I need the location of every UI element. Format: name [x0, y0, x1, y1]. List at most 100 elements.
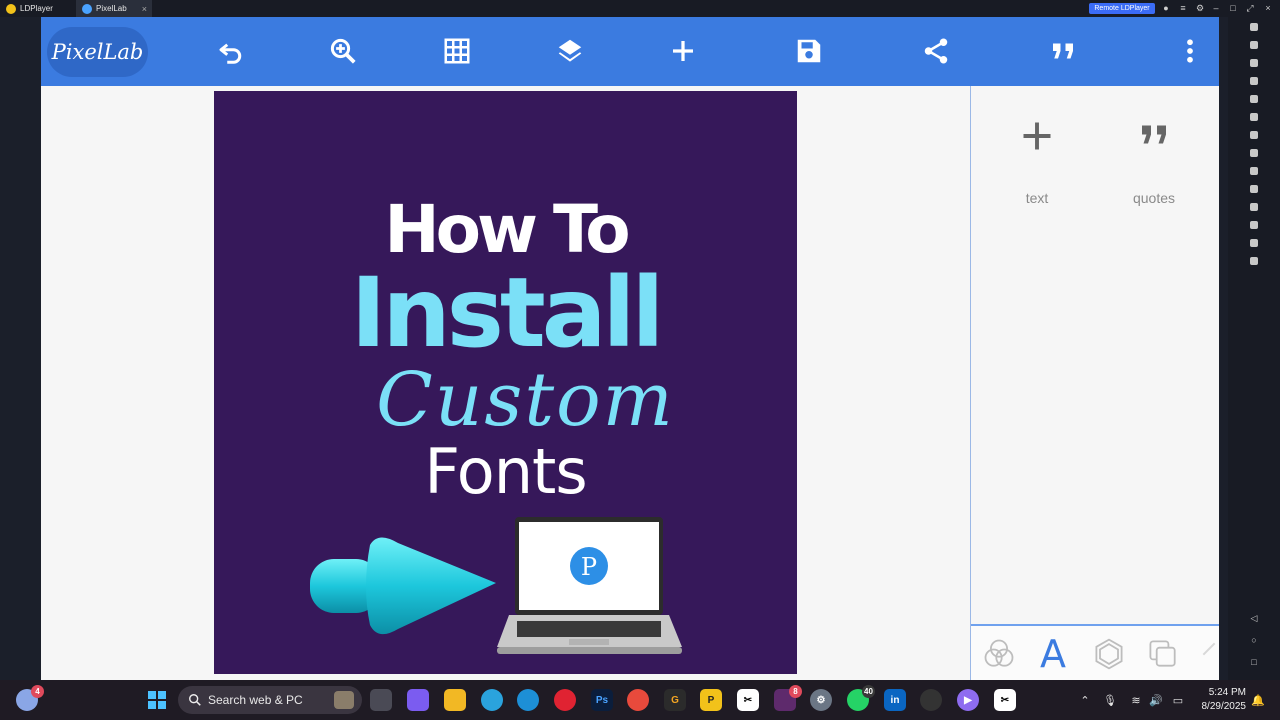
start-button[interactable]: [146, 689, 168, 711]
weather-icon[interactable]: 4: [16, 685, 44, 711]
emulator-left-margin: [0, 17, 41, 680]
add-text-item[interactable]: text: [992, 116, 1082, 216]
edge-icon[interactable]: [517, 689, 539, 711]
add-quotes-label: quotes: [1132, 190, 1176, 206]
wifi-icon[interactable]: ≋: [1128, 692, 1144, 708]
tab-shapes[interactable]: [1089, 634, 1129, 674]
back-icon[interactable]: ◁: [1249, 613, 1259, 623]
folder-icon[interactable]: [1250, 221, 1258, 229]
grammarly-icon[interactable]: G: [664, 689, 686, 711]
minimize-icon[interactable]: –: [1210, 2, 1222, 14]
maximize-icon[interactable]: □: [1227, 2, 1239, 14]
quote-icon: [1142, 125, 1166, 144]
add-button[interactable]: [663, 31, 703, 71]
taskbar-clock[interactable]: 5:24 PM 8/29/2025: [1194, 686, 1247, 714]
windows-taskbar: 4 Search web & PC Ps G P ✂ 8 ⚙ 40 in ▶ ✂…: [0, 680, 1280, 720]
recents-icon[interactable]: □: [1249, 657, 1259, 667]
apk-icon[interactable]: [1250, 203, 1258, 211]
grid-button[interactable]: [437, 31, 477, 71]
microphone-icon[interactable]: 🎙: [1102, 692, 1118, 708]
slack-icon[interactable]: 8: [774, 685, 802, 711]
tab-layers[interactable]: [1143, 634, 1183, 674]
more-options-button[interactable]: [1170, 31, 1210, 71]
fullscreen-icon[interactable]: ⤢: [1244, 2, 1256, 14]
more-tools-icon[interactable]: [1250, 257, 1258, 265]
capcut-2-icon[interactable]: ✂: [994, 689, 1016, 711]
close-tab-icon[interactable]: ×: [142, 4, 147, 14]
emulator-title-bar: LDPlayer PixelLab × Remote LDPlayer ● ≡ …: [0, 0, 1280, 17]
tab-blend[interactable]: [979, 634, 1019, 674]
location-icon[interactable]: [1250, 239, 1258, 247]
quote-icon: [1053, 43, 1073, 59]
obs-icon[interactable]: [920, 689, 942, 711]
arrow-3d-image[interactable]: [308, 531, 500, 643]
close-window-icon[interactable]: ×: [1262, 2, 1274, 14]
search-placeholder: Search web & PC: [208, 693, 303, 707]
canvas-text-fonts[interactable]: Fonts: [214, 435, 797, 508]
telegram-icon[interactable]: [481, 689, 503, 711]
media-player-icon[interactable]: ▶: [957, 689, 979, 711]
layers-button[interactable]: [550, 31, 590, 71]
design-canvas[interactable]: How To Install Custom Fonts P: [214, 91, 797, 674]
rotate-icon[interactable]: [1250, 149, 1258, 157]
laptop-logo-text: P: [581, 553, 597, 581]
canvas-text-custom[interactable]: Custom: [234, 357, 797, 443]
undo-button[interactable]: [211, 31, 251, 71]
ldplayer-taskbar-icon[interactable]: P: [700, 689, 722, 711]
add-quotes-item[interactable]: quotes: [1109, 116, 1199, 216]
clock-time: 5:24 PM: [1208, 687, 1246, 698]
search-highlight-icon: [334, 691, 354, 709]
notifications-icon[interactable]: 🔔: [1250, 692, 1266, 708]
right-panel: text quotes A: [970, 86, 1219, 680]
file-explorer-icon[interactable]: [444, 689, 466, 711]
quotes-button[interactable]: [1043, 31, 1083, 71]
panel-bottom-tabs: A: [971, 624, 1219, 680]
save-button[interactable]: [789, 31, 829, 71]
account-icon[interactable]: ●: [1160, 2, 1172, 14]
tab-ldplayer[interactable]: LDPlayer: [0, 0, 76, 17]
zoom-button[interactable]: [323, 31, 363, 71]
text-tab-icon: A: [1040, 632, 1066, 676]
share-button[interactable]: [916, 31, 956, 71]
tab-pixellab[interactable]: PixelLab ×: [76, 0, 152, 17]
capcut-icon[interactable]: ✂: [737, 689, 759, 711]
shake-icon[interactable]: [1250, 167, 1258, 175]
zoom-in-icon: [330, 38, 356, 64]
sync-icon[interactable]: [1250, 113, 1258, 121]
task-view-icon[interactable]: [370, 689, 392, 711]
meet-icon[interactable]: [407, 689, 429, 711]
gamepad-icon[interactable]: [1250, 41, 1258, 49]
settings-app-icon[interactable]: ⚙: [810, 689, 832, 711]
home-icon[interactable]: ○: [1249, 635, 1259, 645]
settings-icon[interactable]: ⚙: [1194, 2, 1206, 14]
share-icon: [924, 38, 948, 64]
battery-icon[interactable]: ▭: [1170, 692, 1186, 708]
scroll-hint: [1202, 642, 1216, 656]
weather-badge: 4: [31, 685, 44, 698]
photoshop-icon[interactable]: Ps: [591, 689, 613, 711]
save-icon: [797, 39, 821, 63]
volume-icon[interactable]: 🔊: [1148, 692, 1164, 708]
pinterest-icon[interactable]: [554, 689, 576, 711]
search-icon: [189, 694, 201, 706]
layers-icon: [558, 39, 582, 62]
show-hidden-icons[interactable]: ⌃: [1077, 692, 1093, 708]
chrome-icon[interactable]: [627, 689, 649, 711]
screenshot-icon[interactable]: [1250, 95, 1258, 103]
tab-text[interactable]: A: [1033, 632, 1073, 676]
linkedin-icon[interactable]: in: [884, 689, 906, 711]
app-logo[interactable]: PixelLab: [47, 27, 148, 77]
volume-down-icon[interactable]: [1250, 77, 1258, 85]
menu-icon[interactable]: ≡: [1177, 2, 1189, 14]
undo-icon: [219, 43, 242, 64]
keyboard-icon[interactable]: [1250, 23, 1258, 31]
robot-icon[interactable]: [1250, 131, 1258, 139]
grid-icon: [444, 38, 470, 64]
volume-up-icon[interactable]: [1250, 59, 1258, 67]
taskbar-search[interactable]: Search web & PC: [178, 686, 362, 714]
record-icon[interactable]: [1250, 185, 1258, 193]
remote-ldplayer-button[interactable]: Remote LDPlayer: [1089, 3, 1155, 14]
laptop-image[interactable]: P: [497, 517, 682, 657]
canvas-text-install[interactable]: Install: [214, 257, 797, 369]
whatsapp-icon[interactable]: 40: [847, 685, 875, 711]
